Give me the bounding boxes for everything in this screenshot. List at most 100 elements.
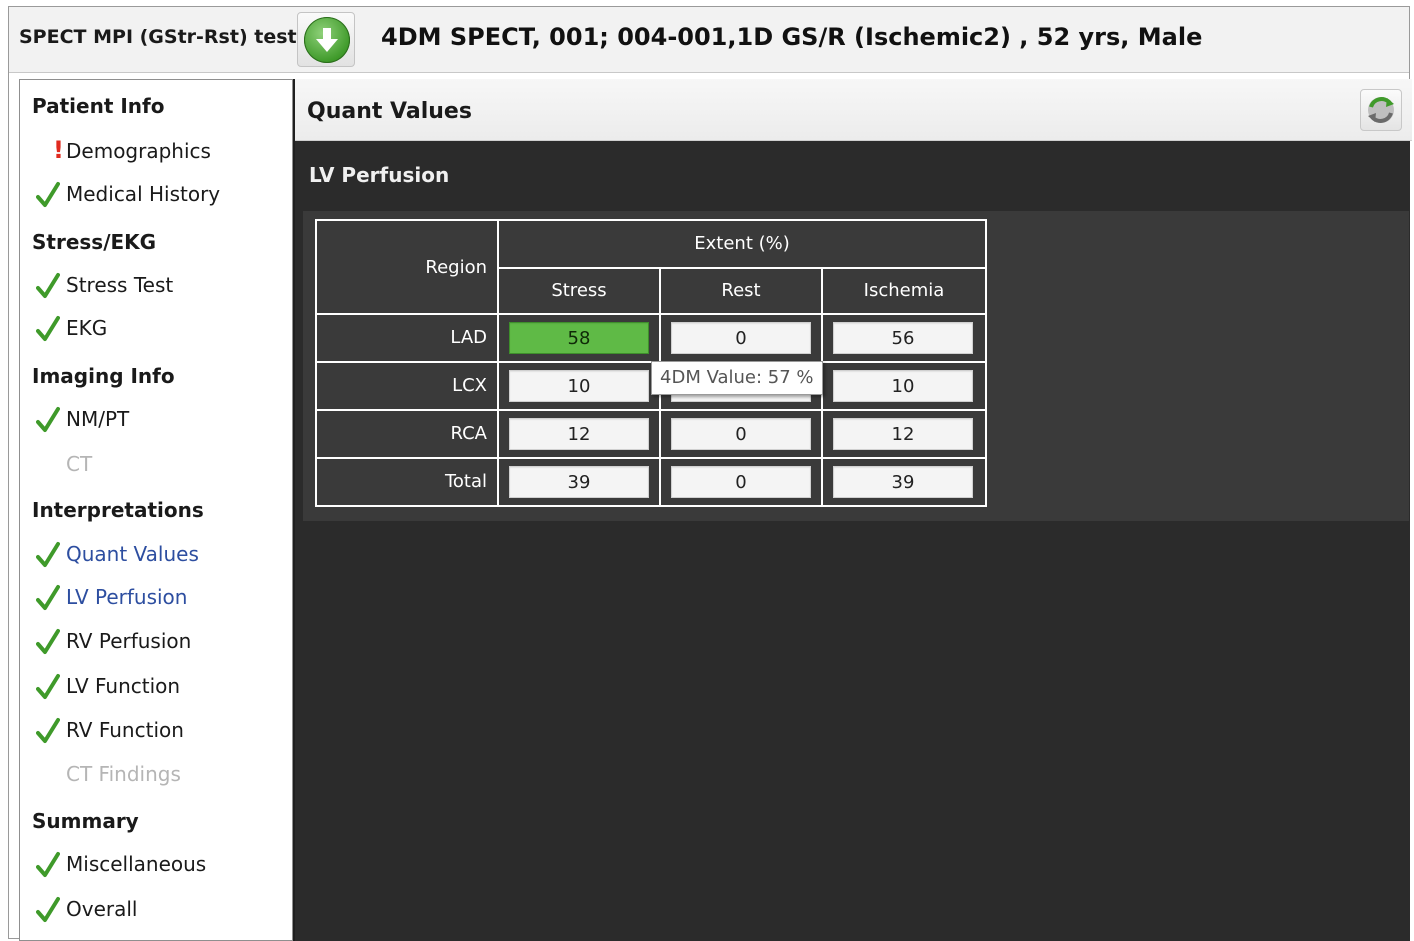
sidebar-item-label: LV Function <box>66 674 181 698</box>
table-row: LAD <box>315 313 499 363</box>
sidebar-item-label: Miscellaneous <box>66 852 207 876</box>
sidebar-item-label: LV Perfusion <box>66 585 188 609</box>
sidebar-item-demographics[interactable]: ! Demographics <box>36 136 286 168</box>
sidebar-item-label: Stress Test <box>66 273 174 297</box>
refresh-icon <box>1368 97 1394 123</box>
panel-header: Quant Values <box>295 79 1412 141</box>
sidebar-item-quant-values[interactable]: Quant Values <box>36 541 286 571</box>
page-title: Quant Values <box>307 99 472 124</box>
sidebar-item-label: Quant Values <box>66 542 199 566</box>
sidebar-item-label: CT Findings <box>66 762 181 786</box>
sidebar-item-lv-function[interactable]: LV Function <box>36 673 286 703</box>
value-field[interactable]: 0 <box>671 466 811 498</box>
warning-icon: ! <box>53 136 64 164</box>
column-header-rest: Rest <box>659 267 823 315</box>
table-row: RCA <box>315 409 499 459</box>
sidebar-item-nm-pt[interactable]: NM/PT <box>36 406 286 436</box>
sidebar-item-miscellaneous[interactable]: Miscellaneous <box>36 851 286 881</box>
checkmark-icon <box>36 629 60 654</box>
value-field[interactable]: 56 <box>833 322 973 354</box>
checkmark-icon <box>36 273 60 298</box>
value-field[interactable]: 12 <box>833 418 973 450</box>
sidebar-item-label: Demographics <box>66 139 211 163</box>
table-cell: 39 <box>821 457 987 507</box>
sidebar-item-lv-perfusion[interactable]: LV Perfusion <box>36 584 286 614</box>
patient-title: 4DM SPECT, 001; 004-001,1D GS/R (Ischemi… <box>381 23 1203 51</box>
table-cell: 10 <box>821 361 987 411</box>
value-field[interactable]: 10 <box>833 370 973 402</box>
checkmark-icon <box>36 182 60 207</box>
sidebar-item-label: RV Function <box>66 718 184 742</box>
section-stress-ekg: Stress/EKG <box>32 230 157 254</box>
sidebar-item-label: Overall <box>66 897 138 921</box>
table-cell: 10 <box>497 361 661 411</box>
sidebar-item-label: Medical History <box>66 182 221 206</box>
sidebar-item-overall[interactable]: Overall <box>36 896 286 926</box>
table-cell: 56 <box>821 313 987 363</box>
value-field[interactable]: 58 <box>509 322 649 354</box>
section-interpretations: Interpretations <box>32 498 204 522</box>
table-cell: 39 <box>497 457 661 507</box>
value-field[interactable]: 39 <box>509 466 649 498</box>
sidebar-item-label: NM/PT <box>66 407 130 431</box>
table-row: Total <box>315 457 499 507</box>
main-panel: Quant Values LV Perfusion Region Extent … <box>293 79 1412 941</box>
sidebar-item-rv-perfusion[interactable]: RV Perfusion <box>36 628 286 658</box>
sidebar-item-ekg[interactable]: EKG <box>36 315 286 345</box>
section-imaging-info: Imaging Info <box>32 364 175 388</box>
sidebar-item-ct: CT <box>36 451 286 481</box>
value-field[interactable]: 0 <box>671 322 811 354</box>
column-header-label: Stress <box>551 280 607 301</box>
value-field[interactable]: 12 <box>509 418 649 450</box>
column-header-label: Ischemia <box>863 280 945 301</box>
table-cell: 0 <box>659 409 823 459</box>
extent-group-header: Extent (%) <box>497 219 987 269</box>
checkmark-icon <box>36 542 60 567</box>
sidebar-item-label: EKG <box>66 316 108 340</box>
column-header-label: Rest <box>721 280 761 301</box>
value-field[interactable]: 0 <box>671 418 811 450</box>
value-field[interactable]: 39 <box>833 466 973 498</box>
title-bar: SPECT MPI (GStr-Rst) test 4DM SPECT, 001… <box>9 7 1409 73</box>
sidebar-item-label: CT <box>66 452 93 476</box>
region-header: Region <box>315 219 499 315</box>
section-summary: Summary <box>32 809 139 833</box>
region-header-label: Region <box>425 257 487 278</box>
sidebar-item-label: RV Perfusion <box>66 629 192 653</box>
region-label: RCA <box>450 423 488 444</box>
section-title: LV Perfusion <box>309 163 450 187</box>
column-header-stress: Stress <box>497 267 661 315</box>
sidebar-nav: Patient Info ! Demographics Medical Hist… <box>19 79 293 941</box>
table-cell: 58 <box>497 313 661 363</box>
sidebar-item-rv-function[interactable]: RV Function <box>36 717 286 747</box>
column-header-ischemia: Ischemia <box>821 267 987 315</box>
region-label: LCX <box>452 375 487 396</box>
checkmark-icon <box>36 897 60 922</box>
checkmark-icon <box>36 852 60 877</box>
download-arrow-icon <box>304 17 350 63</box>
region-label: Total <box>444 471 487 492</box>
checkmark-icon <box>36 316 60 341</box>
sidebar-item-medical-history[interactable]: Medical History <box>36 181 286 211</box>
value-field[interactable]: 10 <box>509 370 649 402</box>
download-button[interactable] <box>297 12 355 67</box>
region-label: LAD <box>450 327 487 348</box>
app-window: SPECT MPI (GStr-Rst) test 4DM SPECT, 001… <box>8 6 1412 941</box>
extent-header-label: Extent (%) <box>694 233 790 254</box>
checkmark-icon <box>36 674 60 699</box>
table-row: LCX <box>315 361 499 411</box>
refresh-button[interactable] <box>1360 89 1402 131</box>
section-patient-info: Patient Info <box>32 94 165 118</box>
checkmark-icon <box>36 407 60 432</box>
sidebar-item-ct-findings: CT Findings <box>36 761 286 791</box>
table-cell: 0 <box>659 313 823 363</box>
value-tooltip: 4DM Value: 57 % <box>651 361 823 395</box>
table-cell: 12 <box>821 409 987 459</box>
test-name: SPECT MPI (GStr-Rst) test <box>19 26 297 48</box>
checkmark-icon <box>36 718 60 743</box>
quant-table-area: Region Extent (%) Stress Rest Ischemia L… <box>303 211 1409 521</box>
sidebar-item-stress-test[interactable]: Stress Test <box>36 272 286 302</box>
checkmark-icon <box>36 585 60 610</box>
table-cell: 12 <box>497 409 661 459</box>
table-cell: 0 <box>659 457 823 507</box>
